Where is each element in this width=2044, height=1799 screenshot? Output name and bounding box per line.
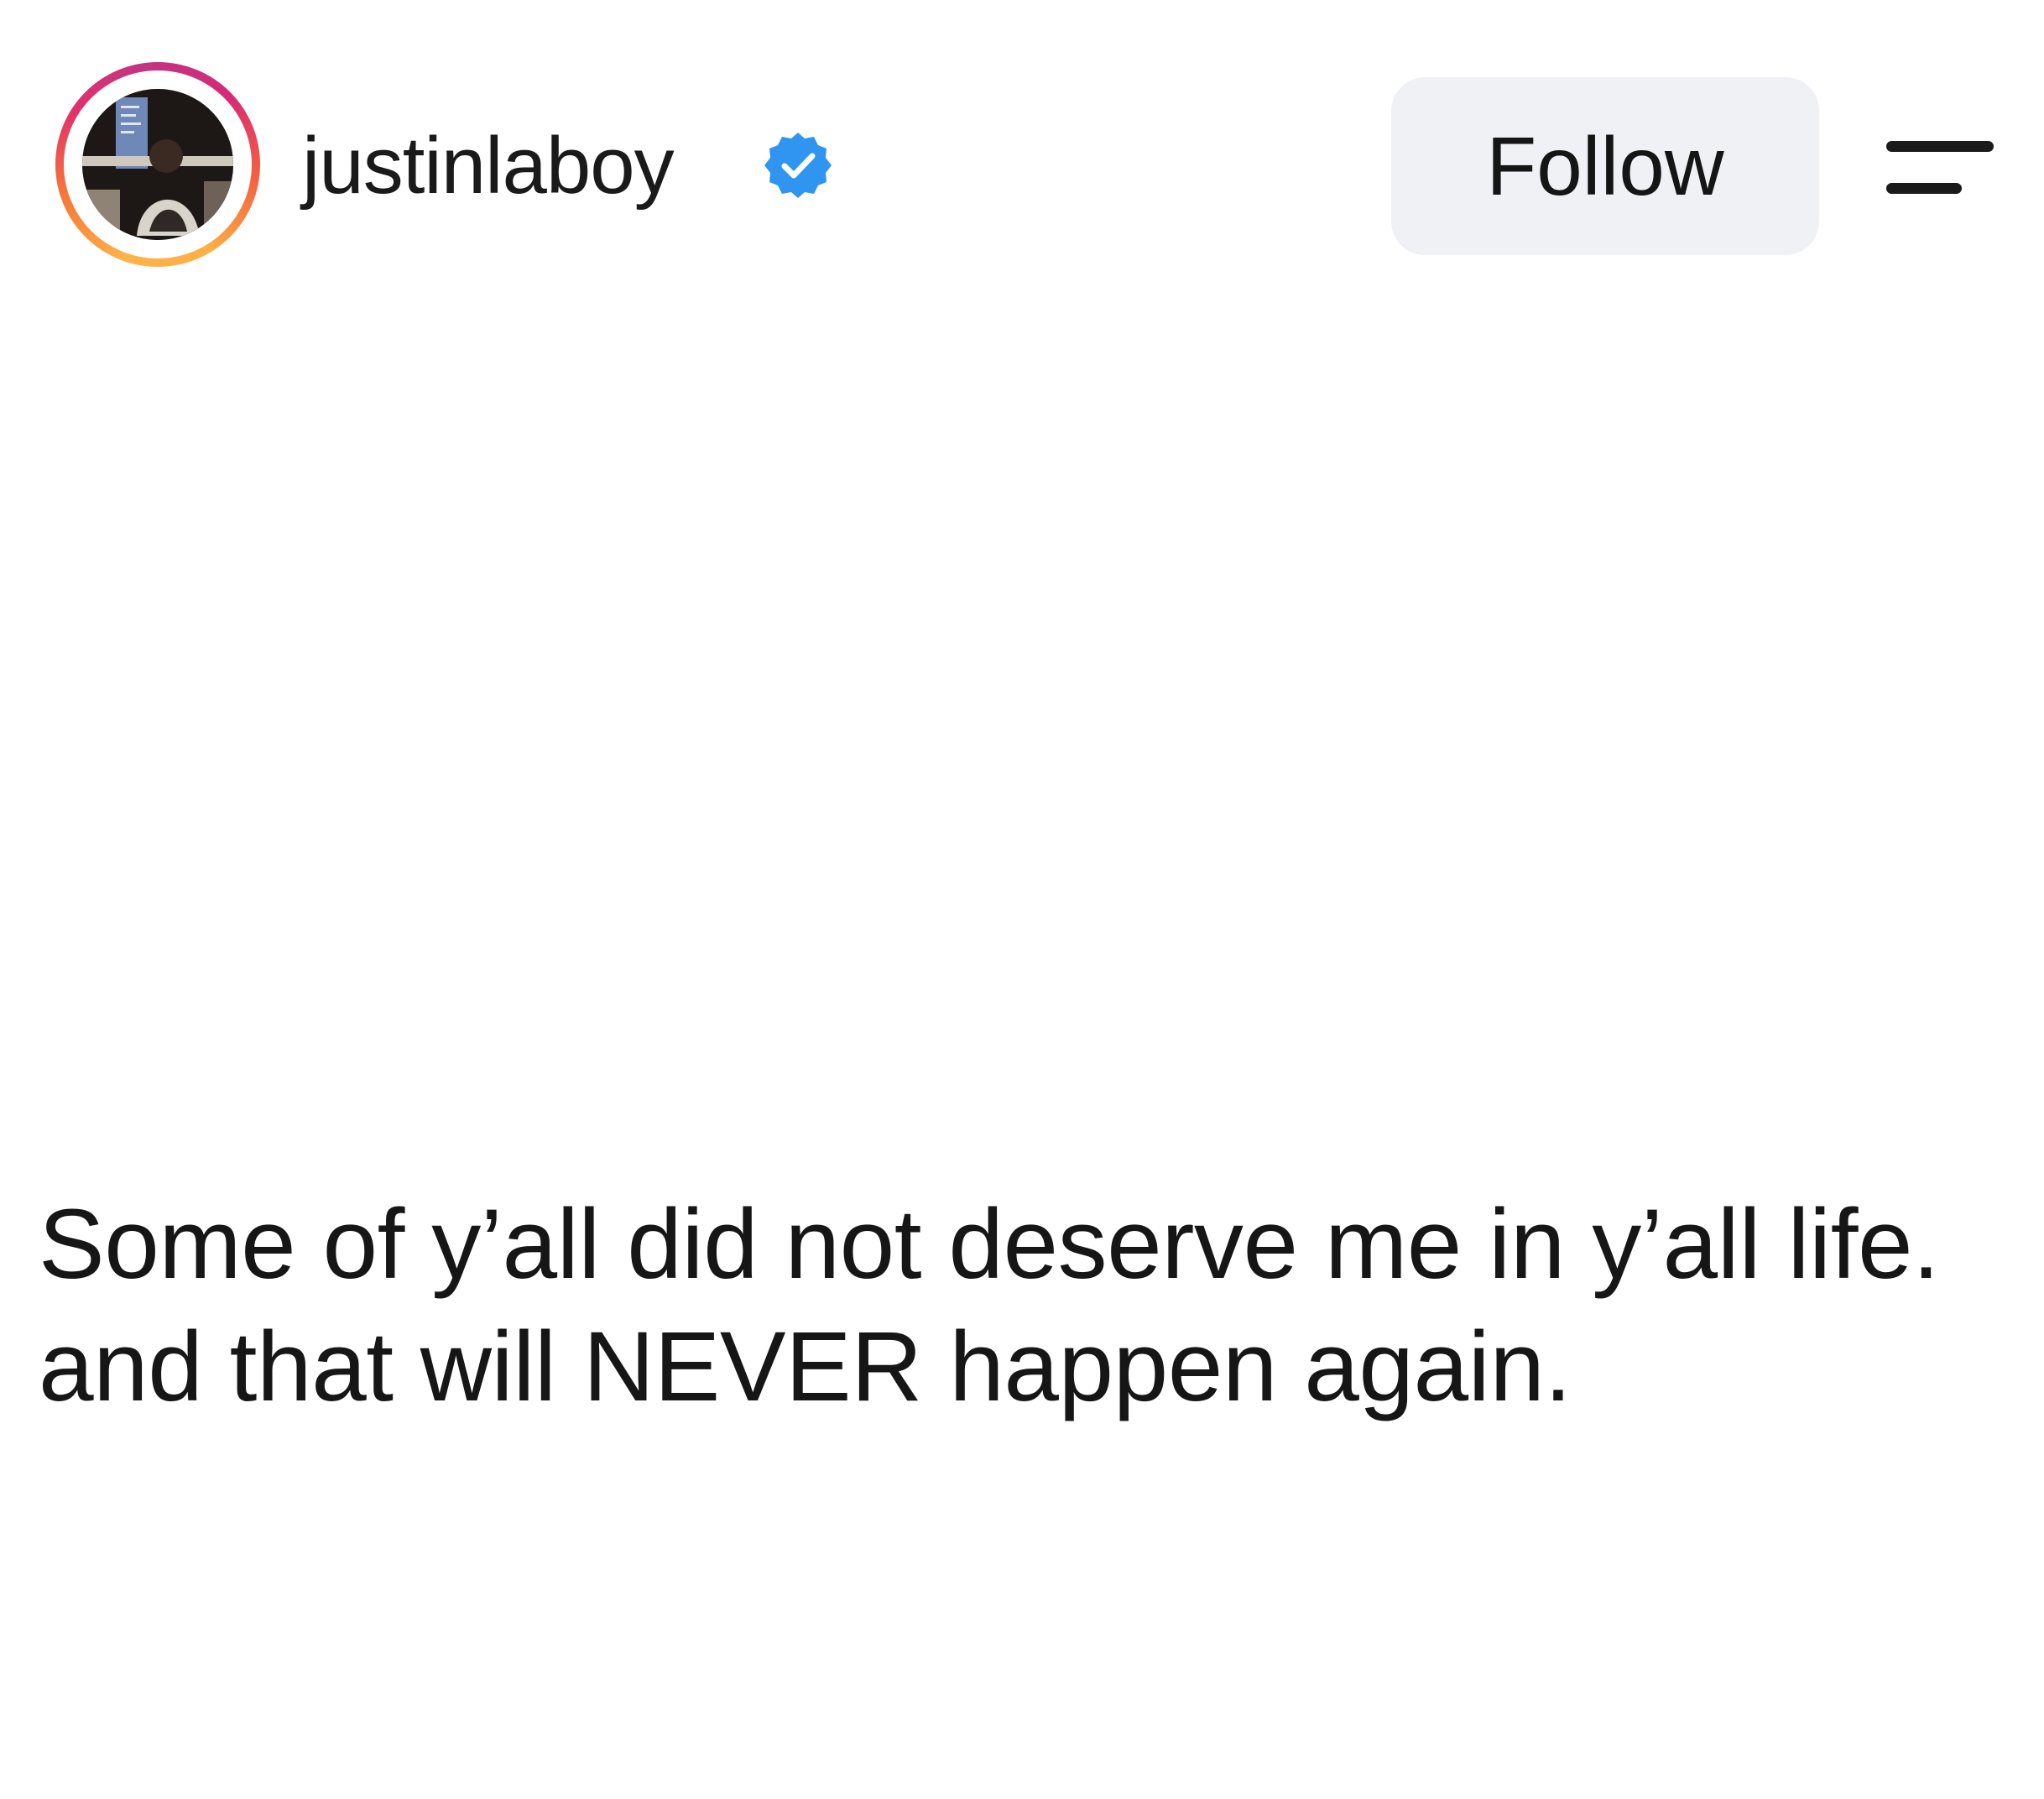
menu-line-top	[1886, 141, 1994, 152]
verified-badge-icon	[764, 133, 832, 198]
avatar-ring-gap	[64, 70, 252, 258]
post-text: Some of y’all did not deserve me in y’al…	[39, 1183, 2027, 1428]
username[interactable]: justinlaboy	[302, 116, 675, 216]
follow-button[interactable]: Follow	[1391, 77, 1819, 255]
menu-icon[interactable]	[1873, 126, 1999, 210]
avatar	[82, 89, 233, 240]
post-line-1: Some of y’all did not deserve me in y’al…	[39, 1189, 1940, 1300]
post-header: justinlaboy Follow	[0, 0, 2044, 269]
avatar-photo-graphic	[82, 89, 233, 240]
post-line-2: and that will NEVER happen again.	[39, 1311, 1572, 1422]
avatar-story-ring[interactable]	[55, 62, 260, 267]
menu-line-bottom	[1886, 183, 1962, 194]
